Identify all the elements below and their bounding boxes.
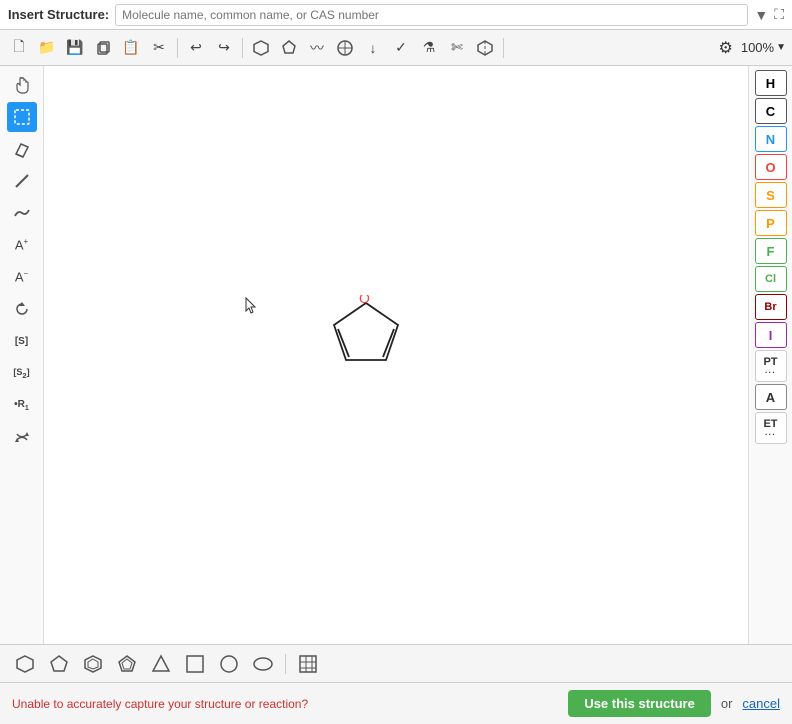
element-A-button[interactable]: A — [755, 384, 787, 410]
element-P-button[interactable]: P — [755, 210, 787, 236]
element-ET-button[interactable]: ET ··· — [755, 412, 787, 444]
cursor-indicator — [244, 296, 260, 316]
canvas-area[interactable]: O — [44, 66, 748, 644]
pentagon5-shape-button[interactable] — [44, 650, 74, 678]
rgroup-tool-button[interactable]: •R1 — [7, 390, 37, 420]
open-file-button[interactable]: 📁 — [34, 35, 60, 61]
wavy-line-tool-button[interactable] — [7, 198, 37, 228]
undo-button[interactable]: ↩ — [183, 35, 209, 61]
left-toolbar: A+ A− [S] [S2] •R1 — [0, 66, 44, 644]
line-tool-button[interactable] — [7, 166, 37, 196]
hexagon6-shape-button[interactable] — [10, 650, 40, 678]
text-increase-button[interactable]: A+ — [7, 230, 37, 260]
main-toolbar: 🗋 📁 💾 📋 ✂ ↩ ↪ 〰 ↓ ✓ ⚗ ✄ ⚙ 100% ▼ — [0, 30, 792, 66]
flip-tool-button[interactable] — [7, 422, 37, 452]
chain-button[interactable]: 〰 — [304, 35, 330, 61]
scissors-button[interactable]: ✄ — [444, 35, 470, 61]
hand-tool-button[interactable] — [7, 70, 37, 100]
triangle-shape-button[interactable] — [146, 650, 176, 678]
eraser-tool-button[interactable] — [7, 134, 37, 164]
svg-text:O: O — [359, 295, 370, 306]
ring-pentagon-button[interactable] — [276, 35, 302, 61]
use-structure-button[interactable]: Use this structure — [568, 690, 711, 717]
insert-label: Insert Structure: — [8, 7, 109, 22]
status-bar: Unable to accurately capture your struct… — [0, 682, 792, 724]
pentagon5b-shape-button[interactable] — [112, 650, 142, 678]
select-tool-button[interactable] — [7, 102, 37, 132]
cut-button[interactable]: ✂ — [146, 35, 172, 61]
paste-button[interactable]: 📋 — [118, 35, 144, 61]
element-PT-button[interactable]: PT ··· — [755, 350, 787, 382]
new-file-button[interactable]: 🗋 — [6, 35, 32, 61]
reaction-arrow-button[interactable]: ↓ — [360, 35, 386, 61]
rotate-tool-button[interactable] — [7, 294, 37, 324]
error-message: Unable to accurately capture your struct… — [12, 697, 558, 711]
main-area: A+ A− [S] [S2] •R1 — [0, 66, 792, 644]
structure-search-input[interactable] — [115, 4, 748, 26]
circle-shape-button[interactable] — [214, 650, 244, 678]
element-Br-button[interactable]: Br — [755, 294, 787, 320]
zoom-control[interactable]: ⚙ 100% ▼ — [719, 38, 787, 58]
table-shape-button[interactable] — [293, 650, 323, 678]
sgroup2-tool-button[interactable]: [S2] — [7, 358, 37, 388]
zoom-dropdown-icon[interactable]: ▼ — [776, 42, 786, 53]
redo-button[interactable]: ↪ — [211, 35, 237, 61]
text-decrease-button[interactable]: A− — [7, 262, 37, 292]
element-H-button[interactable]: H — [755, 70, 787, 96]
element-F-button[interactable]: F — [755, 238, 787, 264]
element-O-button[interactable]: O — [755, 154, 787, 180]
check-button[interactable]: ✓ — [388, 35, 414, 61]
hexagon6b-shape-button[interactable] — [78, 650, 108, 678]
shape-toolbar — [0, 644, 792, 682]
fullscreen-icon[interactable]: ⛶ — [774, 6, 784, 23]
square-shape-button[interactable] — [180, 650, 210, 678]
element-N-button[interactable]: N — [755, 126, 787, 152]
zoom-level[interactable]: 100% — [741, 40, 774, 55]
flask-button[interactable]: ⚗ — [416, 35, 442, 61]
molecule-display: O — [316, 295, 416, 388]
toolbar-divider-1 — [177, 38, 178, 58]
gear-icon[interactable]: ⚙ — [719, 38, 733, 58]
atom-map-button[interactable] — [332, 35, 358, 61]
sgroup-tool-button[interactable]: [S] — [7, 326, 37, 356]
ellipse-shape-button[interactable] — [248, 650, 278, 678]
cancel-link[interactable]: cancel — [742, 696, 780, 711]
3d-button[interactable] — [472, 35, 498, 61]
element-Cl-button[interactable]: Cl — [755, 266, 787, 292]
or-text: or — [721, 696, 733, 711]
top-bar: Insert Structure: ▼ ⛶ — [0, 0, 792, 30]
toolbar-divider-2 — [242, 38, 243, 58]
element-C-button[interactable]: C — [755, 98, 787, 124]
ring-hexagon-button[interactable] — [248, 35, 274, 61]
element-panel: H C N O S P F Cl Br I PT ··· A ET ··· — [748, 66, 792, 644]
shape-toolbar-divider — [285, 654, 286, 674]
dropdown-arrow-icon[interactable]: ▼ — [754, 7, 768, 23]
element-I-button[interactable]: I — [755, 322, 787, 348]
save-file-button[interactable]: 💾 — [62, 35, 88, 61]
element-S-button[interactable]: S — [755, 182, 787, 208]
toolbar-divider-3 — [503, 38, 504, 58]
copy-button[interactable] — [90, 35, 116, 61]
